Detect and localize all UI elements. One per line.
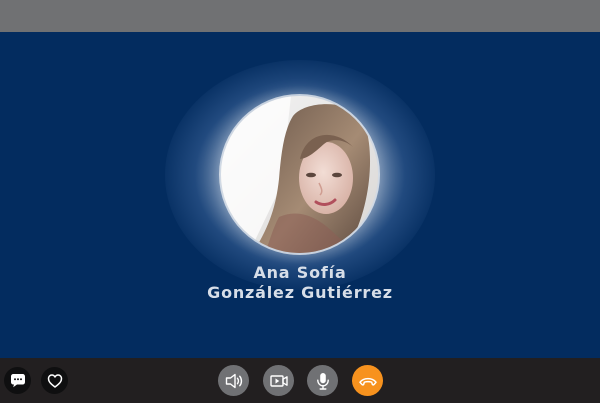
microphone-icon	[316, 372, 329, 390]
chat-bubble-icon	[10, 373, 25, 387]
caller-last-name: González Gutiérrez	[207, 283, 393, 302]
window-title-bar	[0, 0, 600, 32]
caller-photo	[221, 96, 378, 253]
microphone-button[interactable]	[307, 365, 338, 396]
speaker-button[interactable]	[218, 365, 249, 396]
favorite-button[interactable]	[41, 367, 68, 394]
video-call-window: Ana Sofía González Gutiérrez	[0, 0, 600, 403]
call-control-bar	[0, 358, 600, 403]
phone-hangup-icon	[358, 377, 377, 386]
video-camera-icon	[269, 374, 288, 387]
end-call-button[interactable]	[352, 365, 383, 396]
caller-avatar	[221, 96, 378, 253]
speaker-icon	[225, 373, 242, 388]
caller-first-name: Ana Sofía	[253, 263, 347, 282]
chat-button[interactable]	[4, 367, 31, 394]
video-button[interactable]	[263, 365, 294, 396]
heart-icon	[47, 373, 62, 388]
